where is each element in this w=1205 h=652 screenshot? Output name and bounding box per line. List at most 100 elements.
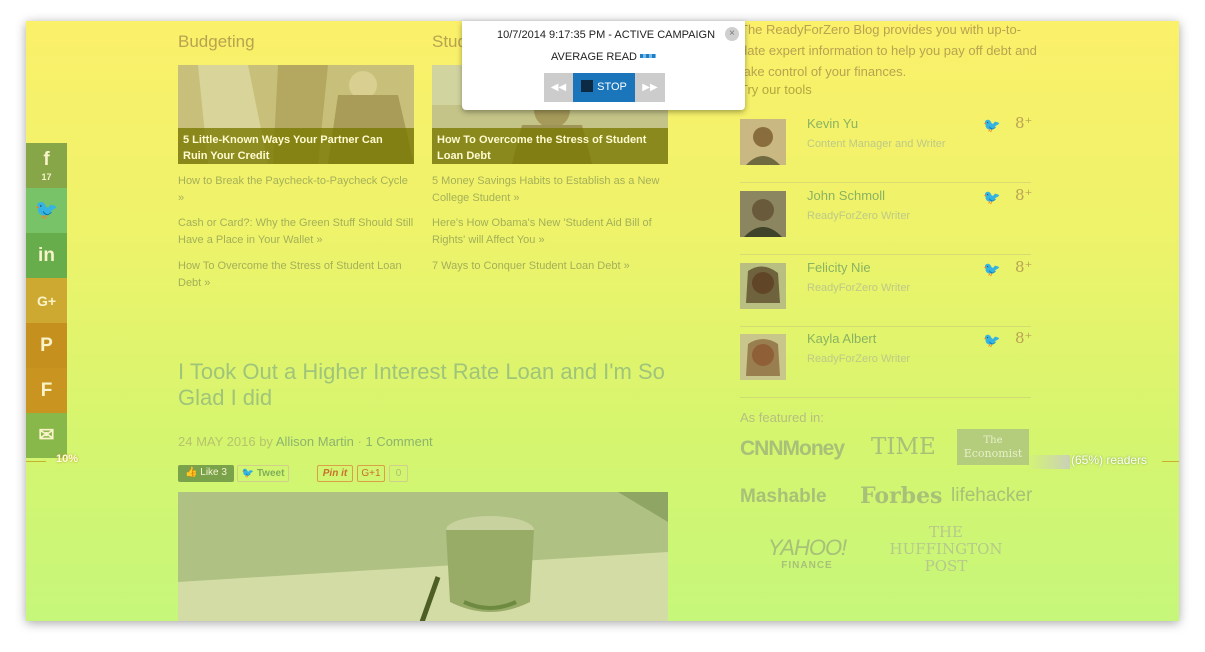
readers-blur	[1026, 455, 1070, 469]
pinterest-icon: P	[40, 334, 53, 356]
section-title-budgeting[interactable]: Budgeting	[178, 32, 255, 52]
stop-button[interactable]: STOP	[573, 73, 635, 102]
featured-card-1[interactable]: 5 Little-Known Ways Your Partner Can Rui…	[178, 65, 414, 164]
avatar	[740, 119, 786, 165]
author-row-kayla-albert[interactable]: Kayla Albert ReadyForZero Writer 🐦 8⁺	[740, 326, 1032, 398]
facebook-icon: f	[43, 148, 50, 170]
thumbs-up-icon: 👍	[185, 467, 198, 478]
logo-huffington-post: THE HUFFINGTON POST	[881, 524, 1011, 575]
author-row-felicity-nie[interactable]: Felicity Nie ReadyForZero Writer 🐦 8⁺	[740, 255, 1032, 327]
stop-label: STOP	[597, 81, 627, 93]
avatar	[740, 334, 786, 380]
average-read-bar	[640, 54, 656, 58]
share-pinterest-button[interactable]: P	[26, 323, 67, 368]
twitter-icon[interactable]: 🐦	[983, 189, 1000, 206]
huff-line-2: HUFFINGTON	[889, 540, 1003, 558]
logo-yahoo-finance: YAHOO! FINANCE	[759, 536, 855, 572]
twitter-icon: 🐦	[241, 468, 255, 479]
google-plus-one-button[interactable]: G+1	[357, 465, 385, 482]
article-link[interactable]: Cash or Card?: Why the Green Stuff Shoul…	[178, 215, 414, 249]
post-author-link[interactable]: Allison Martin	[276, 434, 354, 449]
twitter-icon[interactable]: 🐦	[983, 117, 1000, 134]
forward-button[interactable]: ▶▶	[635, 73, 665, 102]
avatar	[740, 263, 786, 309]
post-title[interactable]: I Took Out a Higher Interest Rate Loan a…	[178, 359, 678, 411]
try-tools-link[interactable]: Try our tools	[740, 82, 812, 97]
twitter-icon: 🐦	[34, 199, 59, 221]
google-plus-icon[interactable]: 8⁺	[1015, 329, 1032, 347]
author-row-kevin-yu[interactable]: Kevin Yu Content Manager and Writer 🐦 8⁺	[740, 111, 1032, 183]
author-name[interactable]: Kayla Albert	[807, 331, 876, 346]
close-icon[interactable]: ×	[725, 27, 739, 41]
author-role: ReadyForZero Writer	[807, 353, 911, 365]
avatar	[740, 191, 786, 237]
readers-marker-line	[1162, 461, 1179, 462]
tweet-button[interactable]: 🐦 Tweet	[237, 465, 289, 482]
article-link[interactable]: 7 Ways to Conquer Student Loan Debt »	[432, 258, 668, 275]
huff-line-1: THE	[928, 523, 964, 541]
email-icon: ✉	[38, 424, 55, 446]
campaign-overlay-popup: 10/7/2014 9:17:35 PM - ACTIVE CAMPAIGN A…	[462, 21, 745, 110]
article-link[interactable]: How to Break the Paycheck-to-Paycheck Cy…	[178, 173, 414, 207]
author-name[interactable]: Felicity Nie	[807, 260, 871, 275]
google-plus-icon[interactable]: 8⁺	[1015, 186, 1032, 204]
twitter-icon[interactable]: 🐦	[983, 261, 1000, 278]
logo-mashable: Mashable	[740, 486, 827, 507]
sidebar-intro: The ReadyForZero Blog provides you with …	[740, 22, 1037, 79]
author-name[interactable]: John Schmoll	[807, 188, 885, 203]
author-role: ReadyForZero Writer	[807, 282, 911, 294]
linkedin-icon: in	[38, 244, 55, 266]
share-facebook-button[interactable]: f 17	[26, 143, 67, 188]
pin-it-button[interactable]: Pin it	[317, 465, 353, 482]
author-name[interactable]: Kevin Yu	[807, 116, 858, 131]
stop-icon	[581, 80, 594, 92]
like-label: Like 3	[200, 467, 227, 478]
share-flipboard-button[interactable]: F	[26, 368, 67, 413]
yahoo-wordmark: YAHOO!	[767, 535, 847, 560]
huff-line-3: POST	[924, 557, 968, 575]
average-read-label: AVERAGE READ	[551, 51, 637, 63]
share-linkedin-button[interactable]: in	[26, 233, 67, 278]
logo-economist: The Economist	[957, 429, 1029, 465]
author-role: ReadyForZero Writer	[807, 210, 911, 222]
tweet-label: Tweet	[256, 468, 285, 479]
logo-time: TIME	[871, 434, 936, 460]
flipboard-icon: F	[40, 379, 53, 401]
facebook-share-count: 17	[41, 171, 52, 182]
readers-label: (65%) readers	[1071, 453, 1148, 467]
economist-line-1: The	[983, 435, 1003, 446]
campaign-timestamp: 10/7/2014 9:17:35 PM - ACTIVE CAMPAIGN	[497, 29, 716, 41]
google-plus-icon: G+	[36, 292, 57, 309]
share-email-button[interactable]: ✉	[26, 413, 67, 458]
author-row-john-schmoll[interactable]: John Schmoll ReadyForZero Writer 🐦 8⁺	[740, 183, 1032, 255]
post-date: 24 MAY 2016	[178, 434, 256, 449]
share-twitter-button[interactable]: 🐦	[26, 188, 67, 233]
economist-line-2: Economist	[963, 447, 1023, 460]
post-by: by	[259, 434, 273, 449]
logo-lifehacker: lifehacker	[951, 485, 1033, 506]
google-plus-icon[interactable]: 8⁺	[1015, 114, 1032, 132]
post-meta: 24 MAY 2016 by Allison Martin · 1 Commen…	[178, 434, 433, 449]
post-hero-image	[178, 492, 668, 621]
post-meta-separator: ·	[357, 434, 362, 449]
article-link[interactable]: Here's How Obama's New 'Student Aid Bill…	[432, 215, 668, 249]
google-plus-count: 0	[389, 465, 408, 482]
logo-forbes: Forbes	[860, 483, 943, 509]
scroll-marker-line	[26, 461, 46, 462]
share-google-plus-button[interactable]: G+	[26, 278, 67, 323]
facebook-like-button[interactable]: 👍 Like 3	[178, 465, 234, 482]
featured-card-caption: 5 Little-Known Ways Your Partner Can Rui…	[178, 128, 414, 164]
featured-in-label: As featured in:	[740, 410, 824, 425]
rewind-button[interactable]: ◀◀	[544, 73, 573, 102]
twitter-icon[interactable]: 🐦	[983, 332, 1000, 349]
scroll-depth-left-label: 10%	[56, 453, 79, 465]
logo-cnn-money: CNNMoney	[740, 437, 845, 460]
yahoo-finance-sub: FINANCE	[781, 560, 833, 571]
featured-card-caption: How To Overcome the Stress of Student Lo…	[432, 128, 668, 164]
post-comments-link[interactable]: 1 Comment	[365, 434, 432, 449]
article-link[interactable]: 5 Money Savings Habits to Establish as a…	[432, 173, 668, 207]
article-link[interactable]: How To Overcome the Stress of Student Lo…	[178, 258, 414, 292]
heatmap-page: Budgeting 5 Little-Known Ways Your Partn…	[26, 21, 1179, 621]
author-role: Content Manager and Writer	[807, 138, 946, 150]
google-plus-icon[interactable]: 8⁺	[1015, 258, 1032, 276]
